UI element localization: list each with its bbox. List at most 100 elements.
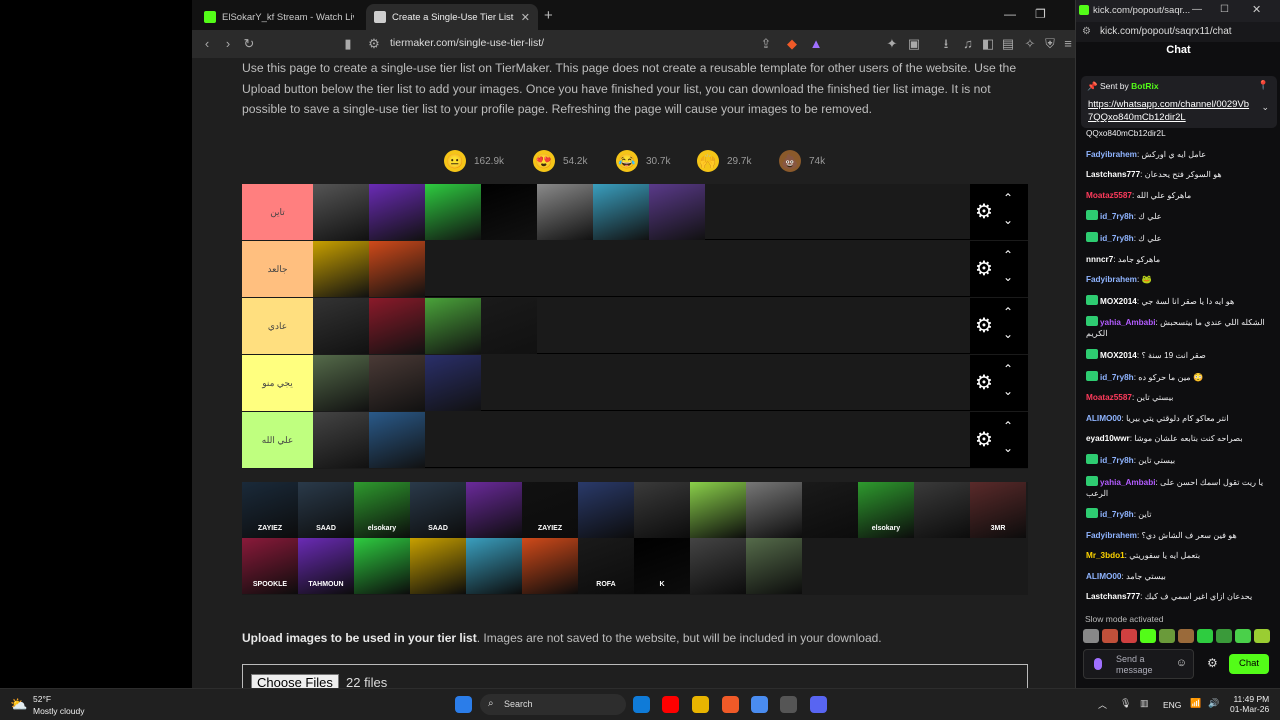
volume-icon[interactable]: 🔊 — [1208, 698, 1219, 709]
maximize-icon[interactable]: ☐ — [1220, 4, 1229, 15]
pool-image[interactable] — [522, 538, 578, 594]
pool-image[interactable]: TAHMOUN — [298, 538, 354, 594]
gear-icon[interactable]: ⚙ — [975, 372, 993, 394]
back-icon[interactable]: ‹ — [199, 36, 215, 52]
chat-username[interactable]: MOX2014 — [1100, 351, 1137, 360]
close-icon[interactable]: ✕ — [1252, 3, 1261, 16]
pool-image[interactable] — [914, 482, 970, 538]
tier-image[interactable] — [313, 184, 369, 240]
menu-icon[interactable]: ≡ — [1060, 36, 1075, 52]
tier-image[interactable] — [313, 412, 369, 468]
pool-image[interactable]: ROFA — [578, 538, 634, 594]
tier-image[interactable] — [369, 412, 425, 468]
media-icon[interactable]: ♫ — [960, 36, 976, 52]
pool-image[interactable]: elsokary — [354, 482, 410, 538]
pinned-link[interactable]: https://whatsapp.com/channel/0029Vb7QQxo… — [1088, 98, 1253, 124]
pool-image[interactable] — [746, 538, 802, 594]
brave-icon[interactable] — [722, 696, 739, 713]
pool-image[interactable]: K — [634, 538, 690, 594]
chat-username[interactable]: nnncr7 — [1086, 255, 1113, 264]
emote-icon[interactable] — [1121, 629, 1137, 643]
chevron-down-icon[interactable]: ⌄ — [1003, 270, 1013, 284]
gear-icon[interactable]: ⚙ — [975, 429, 993, 451]
chat-username[interactable]: yahia_Ambabi — [1100, 478, 1156, 487]
chevron-down-icon[interactable]: ⌄ — [1261, 102, 1269, 113]
tier-image[interactable] — [593, 184, 649, 240]
edge-icon[interactable] — [633, 696, 650, 713]
emote-icon[interactable] — [1083, 629, 1099, 643]
pool-image[interactable] — [690, 538, 746, 594]
chat-username[interactable]: Moataz5587 — [1086, 191, 1132, 200]
minimize-icon[interactable]: — — [1192, 4, 1202, 15]
pool-image[interactable] — [802, 482, 858, 538]
reaction-button[interactable]: 😐 162.9k — [444, 150, 504, 172]
discord-icon[interactable] — [810, 696, 827, 713]
pool-image[interactable] — [634, 482, 690, 538]
tier-image[interactable] — [481, 184, 537, 240]
share-icon[interactable]: ⇪ — [758, 36, 774, 52]
weather-icon[interactable]: ⛅ — [10, 696, 27, 713]
send-message-input[interactable]: Send a message ☺ — [1083, 649, 1194, 679]
screenshot-icon[interactable]: ▣ — [906, 36, 922, 52]
language-indicator[interactable]: ENG — [1163, 700, 1181, 710]
reaction-button[interactable]: 😂 30.7k — [616, 150, 670, 172]
settings-gear-icon[interactable]: ⚙ — [1207, 656, 1218, 670]
chat-username[interactable]: eyad10wwr — [1086, 434, 1130, 443]
tier-label[interactable]: عادي — [242, 298, 313, 354]
tier-label[interactable]: تاين — [242, 184, 313, 240]
tab-kick-stream[interactable]: ElSokarY_kf Stream - Watch Live on K — [196, 4, 362, 30]
pool-image[interactable] — [354, 538, 410, 594]
brave-shield-icon[interactable]: ◆ — [784, 36, 800, 52]
pool-image[interactable]: SPOOKLE — [242, 538, 298, 594]
pool-image[interactable]: ZAYIEZ — [242, 482, 298, 538]
tier-image[interactable] — [425, 184, 481, 240]
reaction-button[interactable]: 🙌 29.7k — [697, 150, 751, 172]
tier-label[interactable]: يجي منو — [242, 355, 313, 411]
tier-image[interactable] — [313, 298, 369, 354]
pool-image[interactable] — [690, 482, 746, 538]
chat-send-button[interactable]: Chat — [1229, 654, 1269, 674]
chat-username[interactable]: Lastchans777 — [1086, 170, 1140, 179]
bookmark-icon[interactable]: ▮ — [340, 36, 356, 52]
chat-username[interactable]: id_7ry8h — [1100, 373, 1134, 382]
vpn-icon[interactable]: ⛨ — [1042, 36, 1058, 52]
tray-chevron-icon[interactable]: ︿ — [1098, 698, 1107, 711]
tier-image[interactable] — [369, 184, 425, 240]
tier-image[interactable] — [369, 241, 425, 297]
choose-files-button[interactable]: Choose Files — [251, 674, 339, 688]
site-info-icon[interactable]: ⚙ — [366, 36, 382, 52]
chat-username[interactable]: Fadyibrahem — [1086, 275, 1137, 284]
pool-image[interactable]: 3MR — [970, 482, 1026, 538]
reload-icon[interactable]: ↻ — [241, 36, 257, 52]
chat-username[interactable]: MOX2014 — [1100, 297, 1137, 306]
emote-icon[interactable] — [1254, 629, 1270, 643]
tier-image[interactable] — [425, 355, 481, 411]
extensions-icon[interactable]: ✦ — [884, 36, 900, 52]
tray-app-icon[interactable]: ▥ — [1140, 698, 1149, 709]
pool-image[interactable] — [466, 538, 522, 594]
tab-tiermaker[interactable]: Create a Single-Use Tier List (Pro ✕ — [366, 4, 538, 30]
chevron-down-icon[interactable]: ⌄ — [1003, 384, 1013, 398]
pool-image[interactable]: elsokary — [858, 482, 914, 538]
chat-username[interactable]: Mr_3bdo1 — [1086, 551, 1125, 560]
obs-icon[interactable] — [780, 696, 797, 713]
chat-username[interactable]: ALIMO00 — [1086, 572, 1122, 581]
chevron-up-icon[interactable]: ⌃ — [1003, 248, 1013, 262]
chat-username[interactable]: id_7ry8h — [1100, 456, 1134, 465]
emote-icon[interactable] — [1140, 629, 1156, 643]
chevron-up-icon[interactable]: ⌃ — [1003, 362, 1013, 376]
new-tab-icon[interactable]: + — [544, 7, 553, 24]
reaction-button[interactable]: 😍 54.2k — [533, 150, 587, 172]
tier-image[interactable] — [313, 355, 369, 411]
tier-image[interactable] — [481, 298, 537, 354]
wallet-icon[interactable]: ▤ — [1000, 36, 1016, 52]
clock[interactable]: 11:49 PM 01-Mar-26 — [1230, 694, 1269, 714]
emote-icon[interactable] — [1102, 629, 1118, 643]
pool-image[interactable] — [410, 538, 466, 594]
pool-image[interactable]: SAAD — [298, 482, 354, 538]
chat-url[interactable]: kick.com/popout/saqrx11/chat — [1100, 26, 1232, 37]
chevron-down-icon[interactable]: ⌄ — [1003, 441, 1013, 455]
tier-image[interactable] — [537, 184, 593, 240]
address-bar[interactable]: tiermaker.com/single-use-tier-list/ — [390, 37, 544, 49]
emote-icon[interactable] — [1216, 629, 1232, 643]
